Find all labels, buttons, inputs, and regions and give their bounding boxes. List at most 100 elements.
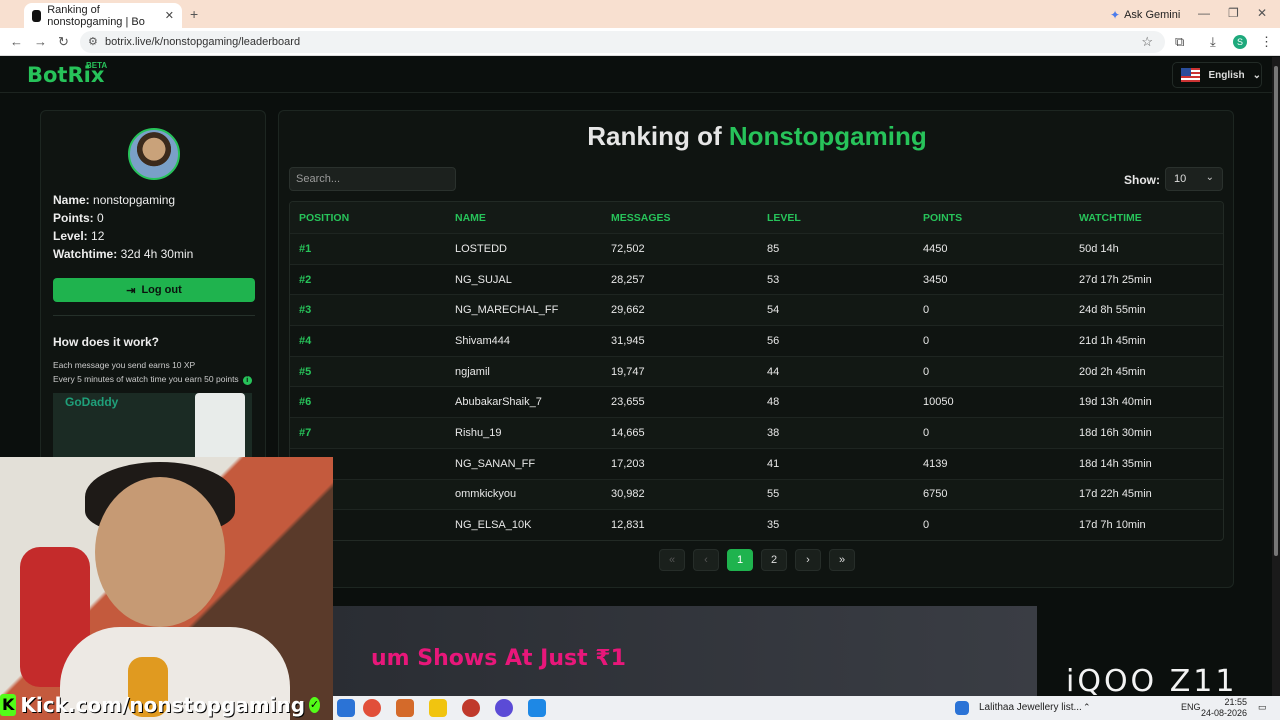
ask-gemini-button[interactable]: ✦ Ask Gemini xyxy=(1110,8,1180,22)
last-page-button[interactable]: » xyxy=(829,549,855,571)
close-window-icon[interactable]: ✕ xyxy=(1257,6,1267,20)
column-header[interactable]: Watchtime xyxy=(1070,212,1223,224)
taskbar-app-icon[interactable] xyxy=(429,699,447,717)
how-it-works-title: How does it work? xyxy=(53,335,160,349)
browser-tab[interactable]: Ranking of nonstopgaming | Bo ✕ xyxy=(24,3,182,28)
prev-page-button[interactable]: ‹ xyxy=(693,549,719,571)
back-icon[interactable]: ← xyxy=(10,34,23,49)
taskbar-window-label[interactable]: Lalithaa Jewellery list... xyxy=(979,702,1082,713)
position-cell: #2 xyxy=(299,273,312,286)
minimize-icon[interactable]: — xyxy=(1198,6,1210,20)
messages-cell: 23,655 xyxy=(611,396,645,409)
window-icon xyxy=(955,701,969,715)
table-row: NG_SANAN_FF 17,203 41 4139 18d 14h 35min xyxy=(290,447,1223,479)
watchtime-cell: 27d 17h 25min xyxy=(1079,273,1152,286)
banner-text: um Shows At Just ₹1 xyxy=(371,646,626,671)
search-input[interactable] xyxy=(289,167,456,191)
bookmark-star-icon[interactable]: ☆ xyxy=(1141,34,1153,50)
tab-close-icon[interactable]: ✕ xyxy=(165,9,174,22)
position-cell: #7 xyxy=(299,426,312,439)
messages-cell: 31,945 xyxy=(611,334,645,347)
name-cell: NG_SANAN_FF xyxy=(455,457,536,470)
reload-icon[interactable]: ↻ xyxy=(58,34,69,50)
new-tab-button[interactable]: + xyxy=(190,6,198,22)
scrollbar-thumb[interactable] xyxy=(1274,66,1278,556)
gemini-icon: ✦ xyxy=(1110,8,1121,22)
extensions-icon[interactable]: ⧉ xyxy=(1175,34,1184,50)
name-cell: NG_MARECHAL_FF xyxy=(455,304,559,317)
column-header[interactable]: Position xyxy=(290,212,446,224)
tray-chevron-icon[interactable]: ⌃ xyxy=(1083,702,1091,713)
language-selector[interactable]: English ⌄ xyxy=(1172,62,1262,88)
watchtime-cell: 18d 14h 35min xyxy=(1079,457,1152,470)
level-cell: 55 xyxy=(767,488,780,501)
site-info-icon[interactable]: ⚙ xyxy=(88,35,98,48)
taskbar-app-icon[interactable] xyxy=(462,699,480,717)
taskbar-app-icon[interactable] xyxy=(528,699,546,717)
advertisement[interactable]: GoDaddy xyxy=(53,393,252,461)
ad-phone-image xyxy=(195,393,245,461)
messages-cell: 30,982 xyxy=(611,488,645,501)
kick-logo-icon: K xyxy=(0,694,17,716)
column-header[interactable]: Name xyxy=(446,212,602,224)
taskbar-app-icon[interactable] xyxy=(337,699,355,717)
logout-button[interactable]: ⇥ Log out xyxy=(53,278,255,302)
leaderboard-panel: Ranking of Nonstopgaming Show: 10 ⌄ Posi… xyxy=(278,110,1234,588)
position-cell: #4 xyxy=(299,334,312,347)
restore-icon[interactable]: ❐ xyxy=(1228,6,1239,20)
how-line-points: Every 5 minutes of watch time you earn 5… xyxy=(53,374,252,385)
next-page-button[interactable]: › xyxy=(795,549,821,571)
info-icon[interactable]: i xyxy=(242,376,252,385)
page-1-button[interactable]: 1 xyxy=(727,549,753,571)
streamer-face xyxy=(95,477,225,627)
name-cell: AbubakarShaik_7 xyxy=(455,396,542,409)
name-cell: Shivam444 xyxy=(455,334,511,347)
level-cell: 35 xyxy=(767,519,780,532)
profile-name: Name: nonstopgaming xyxy=(53,193,176,207)
language-label: English xyxy=(1208,69,1245,81)
column-header[interactable]: Messages xyxy=(602,212,758,224)
system-clock[interactable]: 21:55 24-08-2026 xyxy=(1201,697,1247,719)
level-cell: 85 xyxy=(767,242,780,255)
taskbar-app-icon[interactable] xyxy=(495,699,513,717)
chevron-down-icon: ⌄ xyxy=(1252,69,1261,81)
bottom-ad-banner[interactable]: um Shows At Just ₹1 xyxy=(333,606,1037,696)
notification-icon[interactable]: ▭ xyxy=(1258,702,1267,713)
tray-language[interactable]: ENG xyxy=(1181,702,1201,712)
column-header[interactable]: Level xyxy=(758,212,914,224)
page-2-button[interactable]: 2 xyxy=(761,549,787,571)
page-size-select[interactable]: 10 ⌄ xyxy=(1165,167,1223,191)
name-cell: LOSTEDD xyxy=(455,242,507,255)
clock-time: 21:55 xyxy=(1224,697,1248,707)
taskbar-app-icon[interactable] xyxy=(396,699,414,717)
points-cell: 10050 xyxy=(923,396,954,409)
address-bar[interactable]: ⚙ botrix.live/k/nonstopgaming/leaderboar… xyxy=(80,31,1165,53)
watchtime-cell: 17d 22h 45min xyxy=(1079,488,1152,501)
verified-check-icon: ✓ xyxy=(309,697,320,713)
forward-icon[interactable]: → xyxy=(34,34,47,49)
watchtime-cell: 17d 7h 10min xyxy=(1079,519,1146,532)
site-header: BotRix BETA English ⌄ xyxy=(0,57,1272,93)
level-cell: 56 xyxy=(767,334,780,347)
column-header[interactable]: Points xyxy=(914,212,1070,224)
name-cell: Rishu_19 xyxy=(455,426,502,439)
table-header: Position Name Messages Level Points Watc… xyxy=(290,202,1223,233)
profile-level: Level: 12 xyxy=(53,229,105,243)
download-icon[interactable]: ⤓ xyxy=(1210,34,1216,50)
sign-out-icon: ⇥ xyxy=(126,284,136,297)
level-cell: 41 xyxy=(767,457,780,470)
divider xyxy=(53,315,255,316)
profile-avatar[interactable]: S xyxy=(1233,35,1247,49)
first-page-button[interactable]: « xyxy=(659,549,685,571)
points-cell: 3450 xyxy=(923,273,948,286)
level-cell: 53 xyxy=(767,273,780,286)
menu-kebab-icon[interactable]: ⋮ xyxy=(1260,34,1273,50)
site-favicon-icon xyxy=(32,9,42,22)
table-row: #4 Shivam444 31,945 56 0 21d 1h 45min xyxy=(290,325,1223,356)
logout-label: Log out xyxy=(141,284,182,296)
show-label: Show: xyxy=(1124,173,1160,187)
watchtime-cell: 50d 14h xyxy=(1079,242,1119,255)
page-title: Ranking of Nonstopgaming xyxy=(587,121,927,151)
chrome-icon[interactable] xyxy=(363,699,381,717)
points-cell: 0 xyxy=(923,519,930,532)
